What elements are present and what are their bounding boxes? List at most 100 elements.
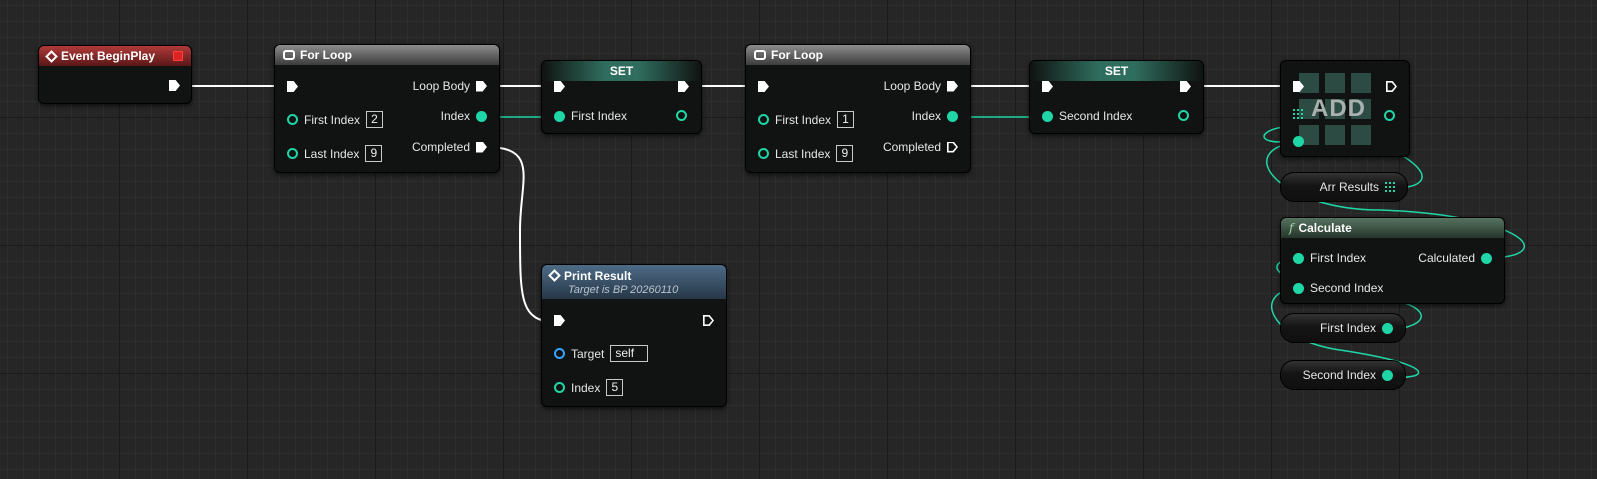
event-beginplay-title: Event BeginPlay <box>61 49 156 63</box>
exec-out-pin-icon[interactable] <box>678 81 689 92</box>
array-grid-icon[interactable] <box>1385 182 1395 192</box>
for-loop-2-completed-label: Completed <box>882 140 941 154</box>
add-index-out[interactable] <box>1384 110 1395 121</box>
for-loop-node-1[interactable]: For Loop First Index 2 Last Index 9 Loop… <box>274 44 500 173</box>
for-loop-1-title: For Loop <box>300 48 352 62</box>
for-loop-1-first-index-input[interactable]: 2 <box>366 111 384 128</box>
exec-in-pin-icon[interactable] <box>554 315 565 326</box>
arr-results-getter-node[interactable]: Arr Results <box>1280 172 1408 202</box>
arr-results-label: Arr Results <box>1319 180 1379 194</box>
exec-out-pin-icon[interactable] <box>476 80 487 92</box>
event-exec-out[interactable] <box>169 80 180 91</box>
int-pin-icon[interactable] <box>1481 252 1492 264</box>
set-2-var-row: Second Index <box>1042 109 1132 123</box>
int-pin-icon[interactable] <box>1293 252 1304 264</box>
calculate-second-index-row: Second Index <box>1293 281 1383 295</box>
exec-out-pin-icon[interactable] <box>169 80 180 91</box>
exec-out-pin-icon[interactable] <box>947 80 958 92</box>
function-f-icon: f <box>1289 221 1294 235</box>
add-node-title: ADD <box>1311 95 1366 122</box>
for-loop-1-header[interactable]: For Loop <box>275 45 499 65</box>
exec-in-pin-icon[interactable] <box>554 81 565 92</box>
calculate-first-index-row: First Index <box>1293 251 1366 265</box>
add-array-in[interactable] <box>1293 109 1303 119</box>
calculate-second-index-label: Second Index <box>1310 281 1384 295</box>
int-pin-icon[interactable] <box>1293 136 1304 147</box>
event-beginplay-header[interactable]: Event BeginPlay <box>39 46 191 66</box>
for-loop-2-last-index-input[interactable]: 9 <box>836 145 854 162</box>
set-1-title: SET <box>609 64 634 78</box>
int-pin-icon[interactable] <box>758 148 769 159</box>
int-pin-icon[interactable] <box>1384 110 1395 121</box>
set-2-header[interactable]: SET <box>1030 61 1203 81</box>
for-loop-2-title: For Loop <box>771 48 823 62</box>
int-pin-icon[interactable] <box>1382 369 1393 381</box>
int-pin-icon[interactable] <box>758 114 769 125</box>
print-result-index-row: Index 5 <box>554 379 624 396</box>
int-pin-icon[interactable] <box>1042 110 1053 122</box>
add-exec-out[interactable] <box>1386 81 1397 92</box>
add-exec-in[interactable] <box>1293 81 1304 92</box>
object-pin-icon[interactable] <box>554 348 565 359</box>
event-beginplay-node[interactable]: Event BeginPlay <box>38 45 192 104</box>
for-loop-1-loop-body-label: Loop Body <box>412 79 470 93</box>
exec-in-pin-icon[interactable] <box>1293 81 1304 92</box>
for-loop-node-2[interactable]: For Loop First Index 1 Last Index 9 Loop… <box>745 44 971 173</box>
calculate-function-node[interactable]: f Calculate First Index Second Index Cal… <box>1280 217 1505 304</box>
exec-in-pin-icon[interactable] <box>1042 81 1053 92</box>
exec-in-pin-icon[interactable] <box>287 81 298 92</box>
exec-out-pin-icon[interactable] <box>703 315 714 326</box>
second-index-getter-node[interactable]: Second Index <box>1280 360 1406 390</box>
add-item-in[interactable] <box>1293 136 1304 147</box>
print-result-target-input[interactable]: self <box>610 345 649 362</box>
for-loop-2-loop-body-row: Loop Body <box>884 79 958 93</box>
breakpoint-stop-icon <box>173 51 183 61</box>
set-1-header[interactable]: SET <box>542 61 701 81</box>
set-1-exec-out[interactable] <box>678 81 689 92</box>
for-loop-2-header[interactable]: For Loop <box>746 45 970 65</box>
for-loop-1-exec-in[interactable] <box>287 81 298 92</box>
print-result-exec-in[interactable] <box>554 315 565 326</box>
int-pin-icon[interactable] <box>554 110 565 122</box>
set-2-exec-out[interactable] <box>1180 81 1191 92</box>
exec-out-pin-icon[interactable] <box>1386 81 1397 92</box>
int-pin-icon[interactable] <box>287 148 298 159</box>
print-result-node[interactable]: Print Result Target is BP 20260110 Targe… <box>541 264 727 407</box>
set-first-index-node[interactable]: SET First Index <box>541 60 702 134</box>
exec-out-pin-icon[interactable] <box>1180 81 1191 92</box>
for-loop-2-first-index-input[interactable]: 1 <box>837 111 855 128</box>
event-diamond-icon <box>45 49 58 63</box>
array-add-node[interactable]: ADD <box>1280 60 1410 157</box>
for-loop-1-last-index-input[interactable]: 9 <box>365 145 383 162</box>
print-result-subtitle: Target is BP 20260110 <box>568 283 679 296</box>
print-result-header[interactable]: Print Result Target is BP 20260110 <box>542 265 726 299</box>
print-result-target-row: Target self <box>554 345 649 362</box>
for-loop-2-last-index-label: Last Index <box>775 146 831 161</box>
calculate-header[interactable]: f Calculate <box>1281 218 1504 238</box>
int-pin-icon[interactable] <box>676 110 687 121</box>
int-pin-icon[interactable] <box>1293 282 1304 294</box>
first-index-getter-node[interactable]: First Index <box>1280 313 1406 343</box>
set-second-index-node[interactable]: SET Second Index <box>1029 60 1204 134</box>
int-pin-icon[interactable] <box>287 114 298 125</box>
for-loop-1-last-index-row: Last Index 9 <box>287 145 383 162</box>
for-loop-2-last-index-row: Last Index 9 <box>758 145 854 162</box>
int-pin-icon[interactable] <box>947 110 958 122</box>
set-2-exec-in[interactable] <box>1042 81 1053 92</box>
exec-out-pin-icon[interactable] <box>476 141 487 153</box>
exec-out-pin-icon[interactable] <box>947 141 958 153</box>
print-result-exec-out[interactable] <box>703 315 714 326</box>
set-1-var-row: First Index <box>554 109 627 123</box>
set-2-title: SET <box>1104 64 1129 78</box>
for-loop-2-exec-in[interactable] <box>758 81 769 92</box>
int-pin-icon[interactable] <box>554 382 565 393</box>
int-pin-icon[interactable] <box>1178 110 1189 121</box>
exec-in-pin-icon[interactable] <box>758 81 769 92</box>
print-result-index-input[interactable]: 5 <box>606 379 624 396</box>
int-pin-icon[interactable] <box>476 110 487 122</box>
for-loop-1-last-index-label: Last Index <box>304 146 360 161</box>
array-grid-icon[interactable] <box>1293 109 1303 119</box>
set-1-exec-in[interactable] <box>554 81 565 92</box>
for-loop-2-completed-row: Completed <box>883 140 958 154</box>
int-pin-icon[interactable] <box>1382 322 1393 334</box>
